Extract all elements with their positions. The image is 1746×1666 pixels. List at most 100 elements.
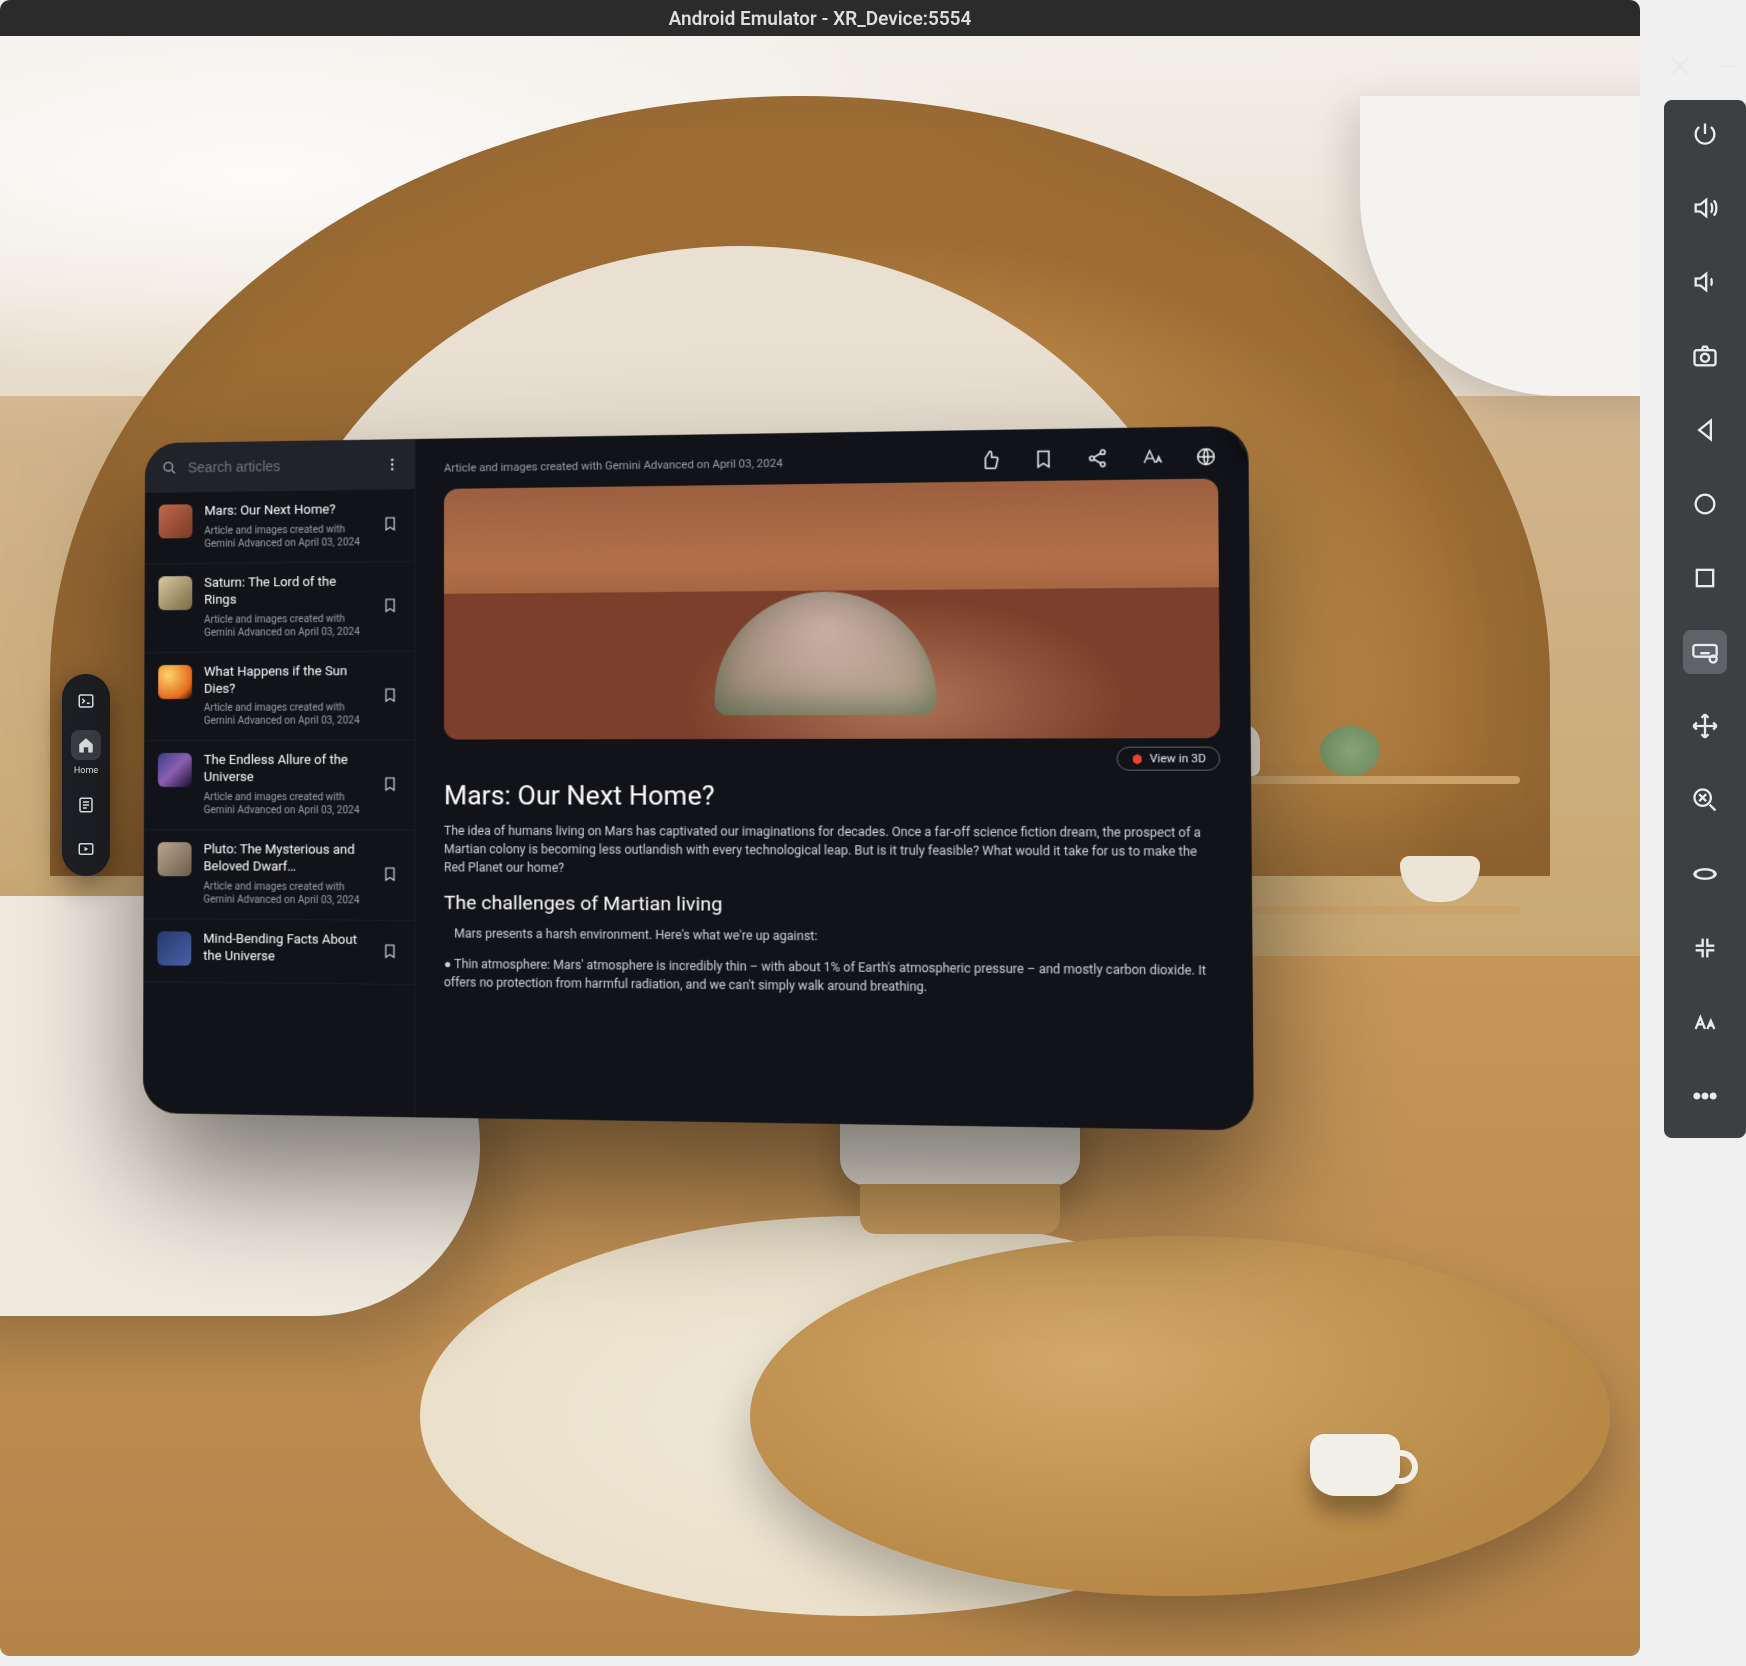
search-input[interactable] <box>188 457 369 476</box>
rail-terminal-button[interactable] <box>71 686 101 716</box>
environment-cup <box>1310 1434 1400 1496</box>
emu-camera-button[interactable] <box>1683 334 1727 378</box>
article-thumb <box>158 842 192 876</box>
article-title: Mars: Our Next Home? <box>444 781 1221 813</box>
bookmark-toggle[interactable] <box>382 597 400 615</box>
bookmark-toggle[interactable] <box>382 943 400 961</box>
article-item[interactable]: Mind-Bending Facts About the Universe <box>143 919 414 985</box>
article-item-title: What Happens if the Sun Dies? <box>204 664 370 699</box>
article-item-title: Mind-Bending Facts About the Universe <box>203 932 369 967</box>
bookmark-outline-icon <box>382 943 398 959</box>
emu-collapse-button[interactable] <box>1683 926 1727 970</box>
emu-minimize-button[interactable] <box>1712 52 1740 80</box>
article-text: Mind-Bending Facts About the Universe <box>203 932 369 972</box>
article-icon <box>77 796 95 814</box>
article-item[interactable]: The Endless Allure of the UniverseArticl… <box>144 741 415 831</box>
more-horiz-icon <box>1691 1082 1719 1110</box>
article-item-title: Pluto: The Mysterious and Beloved Dwarf… <box>203 842 369 877</box>
article-item[interactable]: Pluto: The Mysterious and Beloved Dwarf…… <box>144 830 415 921</box>
collapse-icon <box>1691 934 1719 962</box>
share-button[interactable] <box>1085 447 1109 470</box>
article-item[interactable]: Mars: Our Next Home? Article and images c… <box>145 489 415 564</box>
3d-icon <box>1130 752 1143 765</box>
more-vert-icon <box>384 456 400 472</box>
bookmark-toggle[interactable] <box>382 776 400 794</box>
power-icon <box>1691 120 1719 148</box>
search-icon <box>161 459 178 477</box>
article-item-title: The Endless Allure of the Universe <box>204 753 370 787</box>
emulator-sidebar <box>1664 100 1746 1138</box>
article-item-meta: Article and images created with Gemini A… <box>204 612 370 639</box>
rail-home-button[interactable] <box>71 730 101 760</box>
emu-rotate-button[interactable] <box>1683 852 1727 896</box>
rotate-icon <box>1691 860 1719 888</box>
article-thumb <box>158 665 192 699</box>
emu-close-button[interactable] <box>1666 52 1694 80</box>
emu-keyboard-input-button[interactable] <box>1683 630 1727 674</box>
article-subheading: The challenges of Martian living <box>444 891 1222 919</box>
emu-volume-up-button[interactable] <box>1683 186 1727 230</box>
zoom-icon <box>1691 786 1719 814</box>
article-item-title: Saturn: The Lord of the Rings <box>204 574 370 609</box>
bookmark-toggle[interactable] <box>382 516 400 534</box>
globe-icon <box>1195 446 1217 467</box>
article-list[interactable]: Mars: Our Next Home? Article and images c… <box>143 489 415 1117</box>
bookmark-toggle[interactable] <box>382 687 400 705</box>
article-item[interactable]: Saturn: The Lord of the Rings Article and… <box>144 562 414 653</box>
hero-image <box>444 479 1220 740</box>
view-in-3d-button[interactable]: View in 3D <box>1116 747 1220 771</box>
globe-button[interactable] <box>1194 445 1218 468</box>
emu-back-button[interactable] <box>1683 408 1727 452</box>
article-text: Pluto: The Mysterious and Beloved Dwarf…… <box>203 842 369 907</box>
emulator-viewport: Home Mars: Our Next Home? Article and ima… <box>0 36 1640 1656</box>
rail-home-label: Home <box>74 766 98 776</box>
emu-power-button[interactable] <box>1683 112 1727 156</box>
article-text: What Happens if the Sun Dies?Article and… <box>204 664 370 729</box>
emu-more-button[interactable] <box>1683 1074 1727 1118</box>
like-button[interactable] <box>978 448 1002 471</box>
article-text: Mars: Our Next Home? Article and images c… <box>204 502 370 551</box>
emu-zoom-button[interactable] <box>1683 778 1727 822</box>
article-thumb <box>157 931 191 965</box>
article-list-column: Mars: Our Next Home? Article and images c… <box>143 439 416 1117</box>
article-item[interactable]: What Happens if the Sun Dies?Article and… <box>144 651 414 741</box>
terminal-icon <box>77 692 95 710</box>
bookmark-toggle[interactable] <box>382 866 400 884</box>
emu-overview-button[interactable] <box>1683 556 1727 600</box>
emu-hand-tracking-button[interactable] <box>1683 1000 1727 1044</box>
rail-article-button[interactable] <box>71 790 101 820</box>
volume-down-icon <box>1691 268 1719 296</box>
bookmark-button[interactable] <box>1032 448 1056 471</box>
emu-move-button[interactable] <box>1683 704 1727 748</box>
xr-nav-rail: Home <box>62 674 110 876</box>
keyboard-icon <box>1691 638 1719 666</box>
environment-plant <box>1320 726 1380 776</box>
hand-tracking-icon <box>1691 1008 1719 1036</box>
article-item-meta: Article and images created with Gemini A… <box>204 523 370 551</box>
article-detail-column: Article and images created with Gemini A… <box>415 426 1254 1131</box>
article-thumb <box>158 576 192 610</box>
text-size-icon <box>1141 447 1163 468</box>
text-size-button[interactable] <box>1139 446 1163 469</box>
bookmark-outline-icon <box>382 516 398 532</box>
article-item-title: Mars: Our Next Home? <box>204 502 370 521</box>
window-titlebar: Android Emulator - XR_Device:5554 <box>0 0 1640 36</box>
detail-top-row: Article and images created with Gemini A… <box>444 445 1218 479</box>
article-text: Saturn: The Lord of the Rings Article and… <box>204 574 370 639</box>
emu-home-button[interactable] <box>1683 482 1727 526</box>
article-item-meta: Article and images created with Gemini A… <box>203 880 369 907</box>
square-icon <box>1691 564 1719 592</box>
more-options-button[interactable] <box>379 451 404 477</box>
emu-volume-down-button[interactable] <box>1683 260 1727 304</box>
xr-content-panel: Mars: Our Next Home? Article and images c… <box>143 426 1254 1131</box>
bookmark-outline-icon <box>382 866 398 882</box>
emu-window-controls <box>1666 52 1740 80</box>
rail-video-button[interactable] <box>71 834 101 864</box>
video-icon <box>77 840 95 858</box>
back-icon <box>1691 416 1719 444</box>
article-text: The Endless Allure of the UniverseArticl… <box>204 753 370 817</box>
search-row <box>145 439 415 493</box>
article-thumb <box>158 753 192 787</box>
bookmark-outline-icon <box>382 597 398 613</box>
share-icon <box>1086 448 1108 469</box>
